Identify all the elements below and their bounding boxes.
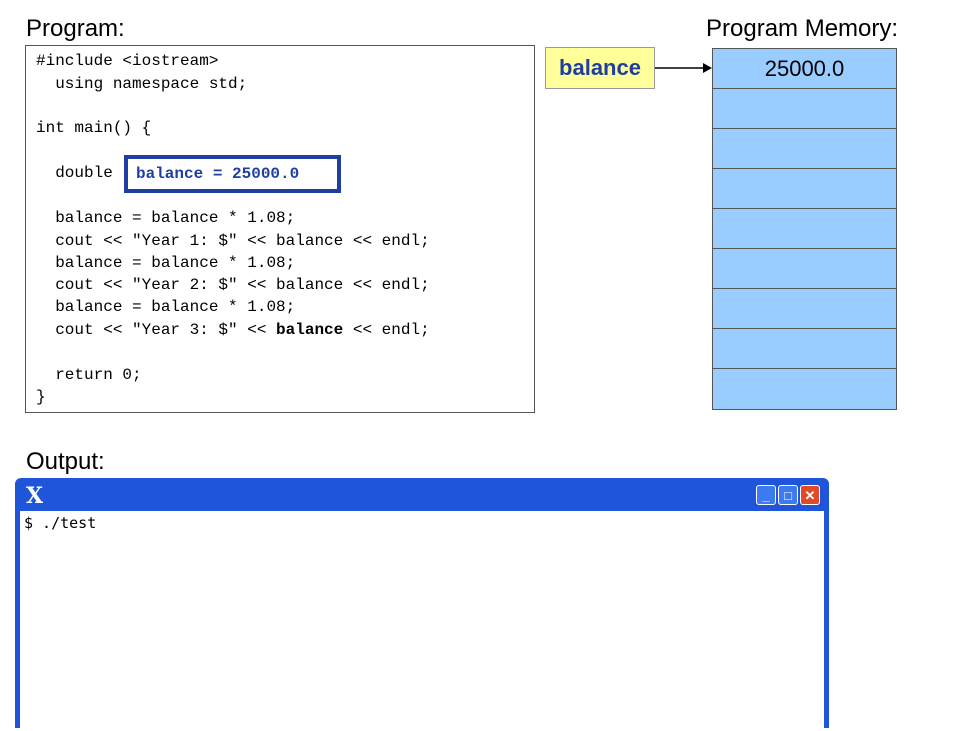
minimize-button[interactable]: _ bbox=[756, 485, 776, 505]
code-line-12: balance = balance * 1.08; bbox=[36, 298, 296, 316]
code-line-10: balance = balance * 1.08; bbox=[36, 254, 296, 272]
program-heading: Program: bbox=[26, 15, 125, 42]
code-line-15: return 0; bbox=[36, 366, 142, 384]
declaration-highlight: balance = 25000.0 bbox=[124, 155, 341, 193]
code-line-16: } bbox=[36, 388, 46, 406]
memory-cell: 25000.0 bbox=[713, 49, 896, 89]
terminal-titlebar[interactable]: X _ □ ✕ bbox=[20, 481, 824, 509]
code-line-4: int main() { bbox=[36, 119, 152, 137]
terminal-window: X _ □ ✕ $ ./test bbox=[15, 478, 829, 731]
memory-cell bbox=[713, 129, 896, 169]
memory-cell bbox=[713, 209, 896, 249]
code-line-1: #include <iostream> bbox=[36, 52, 219, 70]
code-line-13-tail: << endl; bbox=[343, 321, 430, 339]
code-line-9: cout << "Year 1: $" << balance << endl; bbox=[36, 232, 430, 250]
variable-label-balance: balance bbox=[545, 47, 655, 89]
code-listing: #include <iostream> using namespace std;… bbox=[25, 45, 535, 413]
balance-bold-token: balance bbox=[276, 321, 344, 339]
close-button[interactable]: ✕ bbox=[800, 485, 820, 505]
memory-cell bbox=[713, 249, 896, 289]
program-memory: 25000.0 bbox=[712, 48, 897, 410]
memory-cell bbox=[713, 169, 896, 209]
pointer-arrow-icon bbox=[655, 63, 712, 73]
code-line-13-text: cout << "Year 3: $" << bbox=[36, 321, 277, 339]
program-memory-heading: Program Memory: bbox=[706, 15, 899, 42]
code-line-13: cout << "Year 3: $" << balance << endl; bbox=[36, 320, 430, 340]
code-line-11: cout << "Year 2: $" << balance << endl; bbox=[36, 276, 430, 294]
memory-cell bbox=[713, 329, 896, 369]
output-heading: Output: bbox=[26, 448, 105, 475]
memory-cell bbox=[713, 369, 896, 409]
memory-cell bbox=[713, 289, 896, 329]
terminal-output[interactable]: $ ./test bbox=[20, 511, 824, 731]
x-logo-icon: X bbox=[26, 483, 44, 509]
code-line-2: using namespace std; bbox=[36, 75, 248, 93]
code-line-8: balance = balance * 1.08; bbox=[36, 209, 296, 227]
code-line-6: double bbox=[36, 164, 113, 182]
maximize-button[interactable]: □ bbox=[778, 485, 798, 505]
terminal-line: $ ./test bbox=[24, 514, 97, 532]
memory-cell bbox=[713, 89, 896, 129]
